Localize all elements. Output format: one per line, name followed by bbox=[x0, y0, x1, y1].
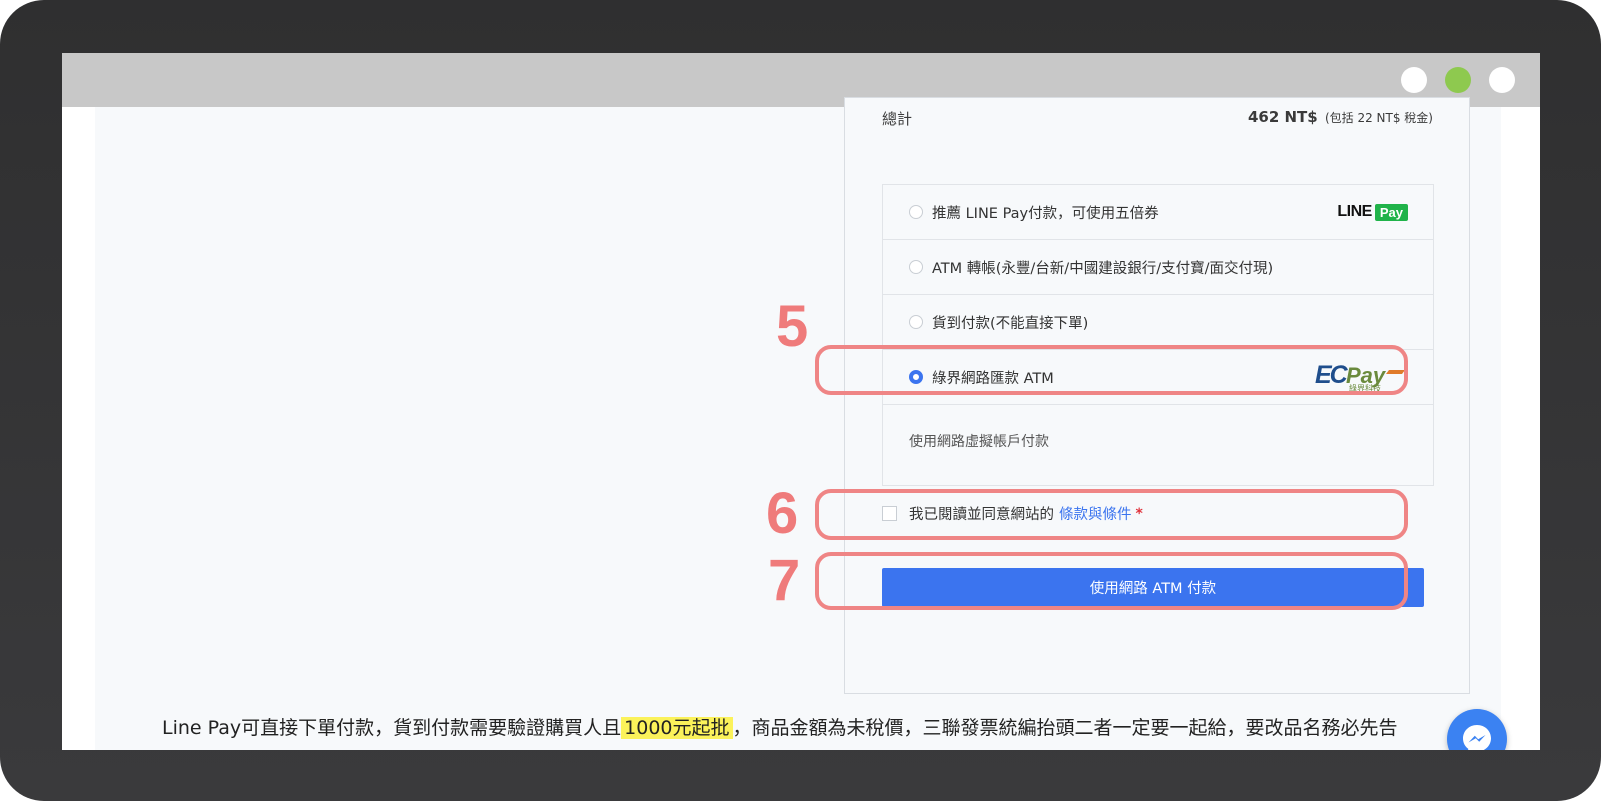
order-total-value: 462 NT$ bbox=[1247, 108, 1318, 126]
annotation-number-6: 6 bbox=[766, 481, 799, 546]
browser-window: 總計 462 NT$ (包括 22 NT$ 稅金) 推薦 LINE Pay付款，… bbox=[62, 53, 1540, 750]
order-note-text: Line Pay可直接下單付款，貨到付款需要驗證購買人且 bbox=[162, 717, 622, 739]
linepay-logo-badge: Pay bbox=[1374, 203, 1408, 221]
order-note: Line Pay可直接下單付款，貨到付款需要驗證購買人且 1000元起批 ，商品金額… bbox=[162, 712, 1432, 750]
messenger-chat-button[interactable] bbox=[1447, 709, 1507, 750]
payment-option-cod[interactable]: 貨到付款(不能直接下單) bbox=[883, 295, 1433, 350]
payment-option-atm-transfer[interactable]: ATM 轉帳(永豐/台新/中國建設銀行/支付寶/面交付現) bbox=[883, 240, 1433, 295]
annotation-number-5: 5 bbox=[776, 294, 809, 359]
order-total-tax: (包括 22 NT$ 稅金) bbox=[1324, 111, 1433, 125]
window-control-dot[interactable] bbox=[1489, 67, 1515, 93]
order-total-label: 總計 bbox=[882, 110, 913, 128]
annotation-box-7 bbox=[815, 552, 1408, 610]
messenger-icon bbox=[1463, 725, 1491, 750]
radio-button[interactable] bbox=[909, 260, 923, 274]
payment-option-label: 推薦 LINE Pay付款，可使用五倍券 bbox=[932, 205, 1159, 222]
order-total-amount: 462 NT$ (包括 22 NT$ 稅金) bbox=[1248, 108, 1433, 126]
annotation-box-6 bbox=[815, 489, 1408, 540]
payment-method-description: 使用網路虛擬帳戶付款 bbox=[909, 434, 1049, 450]
linepay-logo: LINE Pay bbox=[1337, 203, 1408, 221]
annotation-number-7: 7 bbox=[768, 548, 801, 613]
checkout-page: 總計 462 NT$ (包括 22 NT$ 稅金) 推薦 LINE Pay付款，… bbox=[95, 97, 1507, 750]
window-control-dot[interactable] bbox=[1445, 67, 1471, 93]
device-frame: 總計 462 NT$ (包括 22 NT$ 稅金) 推薦 LINE Pay付款，… bbox=[0, 0, 1601, 801]
payment-option-linepay[interactable]: 推薦 LINE Pay付款，可使用五倍券 LINE Pay bbox=[883, 185, 1433, 240]
window-control-dot[interactable] bbox=[1401, 67, 1427, 93]
payment-option-label: 貨到付款(不能直接下單) bbox=[932, 315, 1089, 332]
radio-button[interactable] bbox=[909, 315, 923, 329]
payment-methods-list: 推薦 LINE Pay付款，可使用五倍券 LINE Pay ATM 轉帳(永豐/台… bbox=[882, 184, 1434, 486]
annotation-box-5 bbox=[815, 345, 1408, 395]
linepay-logo-text: LINE bbox=[1337, 203, 1372, 220]
radio-button[interactable] bbox=[909, 205, 923, 219]
order-note-highlight: 1000元起批 bbox=[621, 717, 733, 739]
payment-option-label: ATM 轉帳(永豐/台新/中國建設銀行/支付寶/面交付現) bbox=[932, 260, 1274, 277]
